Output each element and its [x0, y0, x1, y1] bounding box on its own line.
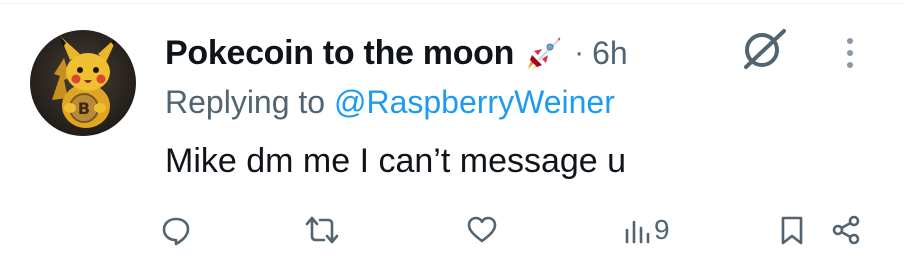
separator-dot: ·: [574, 36, 585, 69]
views-button[interactable]: 9: [624, 208, 670, 252]
timestamp[interactable]: 6h: [592, 35, 628, 72]
tweet-text: Mike dm me I can’t message u: [165, 142, 627, 180]
rocket-emoji-icon: [528, 37, 561, 70]
bookmark-button[interactable]: [778, 208, 806, 252]
views-count: 9: [654, 214, 670, 245]
reply-icon: [162, 217, 190, 246]
display-name[interactable]: Pokecoin to the moon: [165, 34, 514, 73]
like-icon: [467, 216, 497, 243]
like-button[interactable]: [466, 208, 498, 252]
svg-text:B: B: [78, 99, 90, 118]
replying-to: Replying to @RaspberryWeiner: [165, 84, 615, 121]
reply-handle-link[interactable]: @RaspberryWeiner: [334, 84, 615, 120]
top-divider: [0, 3, 904, 4]
share-icon: [832, 215, 860, 245]
views-icon: [625, 220, 650, 244]
grok-icon[interactable]: [738, 25, 790, 73]
avatar-image: B: [52, 36, 118, 128]
more-icon[interactable]: [838, 33, 862, 73]
share-button[interactable]: [830, 208, 862, 252]
reply-button[interactable]: [160, 208, 192, 252]
tweet-header: Pokecoin to the moon · 6h: [165, 28, 628, 78]
bookmark-icon: [781, 216, 803, 245]
retweet-icon: [305, 216, 339, 244]
avatar[interactable]: B: [30, 30, 136, 136]
action-bar: 9: [0, 208, 904, 252]
replying-prefix: Replying to: [165, 84, 334, 120]
retweet-button[interactable]: [305, 208, 339, 252]
